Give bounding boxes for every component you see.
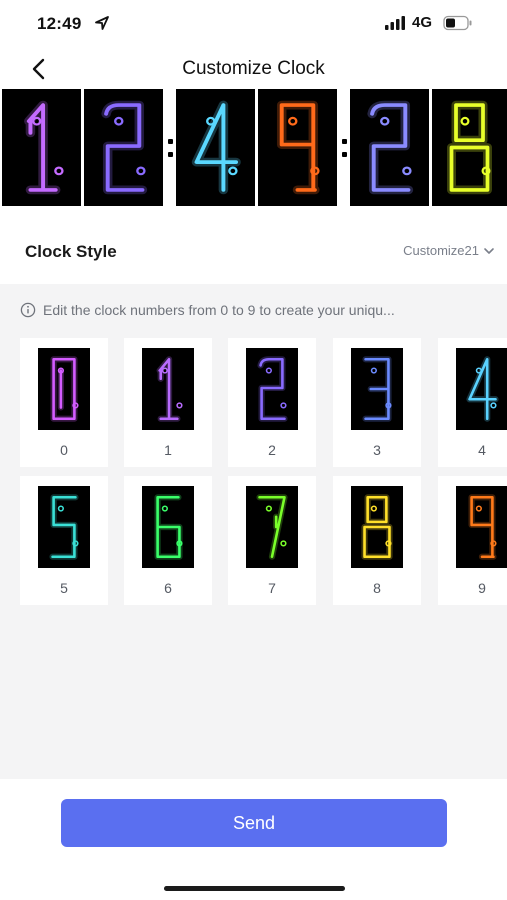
digit-card-3[interactable]: 3 xyxy=(333,338,421,467)
digit-label: 8 xyxy=(373,580,381,596)
digit-image xyxy=(456,486,507,568)
digit-label: 1 xyxy=(164,442,172,458)
digit-card-5[interactable]: 5 xyxy=(20,476,108,605)
digit-image xyxy=(246,486,298,568)
digit-card-8[interactable]: 8 xyxy=(333,476,421,605)
preview-digit-hour-ones xyxy=(84,89,163,206)
status-bar: 12:49 4G xyxy=(0,0,507,48)
nav-bar: Customize Clock xyxy=(0,48,507,90)
digit-image xyxy=(351,348,403,430)
clock-style-value: Customize21 xyxy=(403,243,479,258)
digit-image xyxy=(142,486,194,568)
digit-card-7[interactable]: 7 xyxy=(228,476,316,605)
battery-icon xyxy=(443,15,472,31)
preview-colon xyxy=(339,89,349,206)
digit-card-2[interactable]: 2 xyxy=(228,338,316,467)
digit-label: 3 xyxy=(373,442,381,458)
digit-card-6[interactable]: 6 xyxy=(124,476,212,605)
preview-digit-sec-ones xyxy=(432,89,507,206)
send-button[interactable]: Send xyxy=(61,799,447,847)
signal-icon xyxy=(385,16,405,30)
bottom-bar: Send xyxy=(0,779,507,900)
digit-card-1[interactable]: 1 xyxy=(124,338,212,467)
digit-label: 2 xyxy=(268,442,276,458)
info-text: Edit the clock numbers from 0 to 9 to cr… xyxy=(43,302,395,318)
digit-label: 7 xyxy=(268,580,276,596)
preview-digit-sec-tens xyxy=(350,89,429,206)
digit-card-9[interactable]: 9 xyxy=(438,476,507,605)
digit-image xyxy=(246,348,298,430)
digit-image xyxy=(38,348,90,430)
info-banner: Edit the clock numbers from 0 to 9 to cr… xyxy=(20,302,500,318)
clock-style-label: Clock Style xyxy=(25,242,117,261)
page-title: Customize Clock xyxy=(182,58,325,79)
digit-editor-panel: Edit the clock numbers from 0 to 9 to cr… xyxy=(0,284,507,779)
digit-label: 4 xyxy=(478,442,486,458)
preview-digit-hour-tens xyxy=(2,89,81,206)
network-type: 4G xyxy=(412,14,433,31)
home-indicator xyxy=(164,886,345,891)
digit-label: 6 xyxy=(164,580,172,596)
digit-card-4[interactable]: 4 xyxy=(438,338,507,467)
digit-image xyxy=(38,486,90,568)
digit-image xyxy=(456,348,507,430)
preview-digit-min-ones xyxy=(258,89,337,206)
digit-label: 5 xyxy=(60,580,68,596)
status-time: 12:49 xyxy=(37,14,82,33)
digit-label: 9 xyxy=(478,580,486,596)
chevron-down-icon xyxy=(484,247,494,254)
digit-label: 0 xyxy=(60,442,68,458)
digit-image xyxy=(142,348,194,430)
digit-image xyxy=(351,486,403,568)
clock-preview xyxy=(0,89,507,206)
clock-style-row: Clock Style Customize21 xyxy=(0,206,507,284)
preview-digit-min-tens xyxy=(176,89,255,206)
location-arrow-icon xyxy=(95,16,109,30)
clock-style-dropdown[interactable]: Customize21 xyxy=(403,243,495,258)
info-icon xyxy=(20,302,36,318)
preview-colon xyxy=(165,89,175,206)
digit-card-0[interactable]: 0 xyxy=(20,338,108,467)
